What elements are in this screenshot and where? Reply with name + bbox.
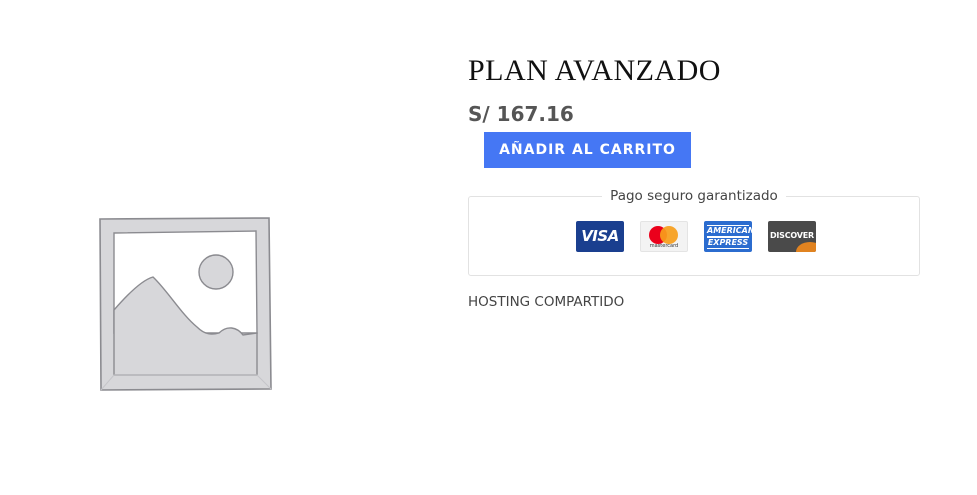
secure-payment-heading-text: Pago seguro garantizado: [602, 188, 786, 204]
amex-card-icon: AMERICAN EXPRESS: [704, 221, 752, 252]
mastercard-orange-circle: [660, 226, 678, 244]
product-image-placeholder: [97, 215, 272, 392]
payment-card-list: VISA mastercard AMERICAN EXPRESS DISCOVE…: [576, 221, 816, 252]
discover-swoosh: [796, 242, 816, 252]
mastercard-card-icon: mastercard: [640, 221, 688, 252]
product-category: HOSTING COMPARTIDO: [468, 294, 625, 310]
secure-payment-heading: Pago seguro garantizado: [469, 187, 919, 205]
amex-label: AMERICAN EXPRESS: [704, 225, 752, 249]
discover-label: DISCOVER: [769, 231, 815, 240]
product-title: PLAN AVANZADO: [468, 54, 721, 87]
visa-label: VISA: [581, 227, 619, 245]
amex-label-line2: EXPRESS: [707, 237, 749, 249]
image-placeholder-icon: [99, 217, 272, 391]
visa-card-icon: VISA: [576, 221, 624, 252]
amex-label-line1: AMERICAN: [707, 225, 752, 237]
product-price: S/ 167.16: [468, 102, 574, 126]
secure-payment-box: Pago seguro garantizado VISA mastercard …: [468, 188, 920, 276]
discover-card-icon: DISCOVER: [768, 221, 816, 252]
mastercard-label: mastercard: [649, 243, 679, 249]
add-to-cart-button[interactable]: AÑADIR AL CARRITO: [484, 132, 691, 168]
